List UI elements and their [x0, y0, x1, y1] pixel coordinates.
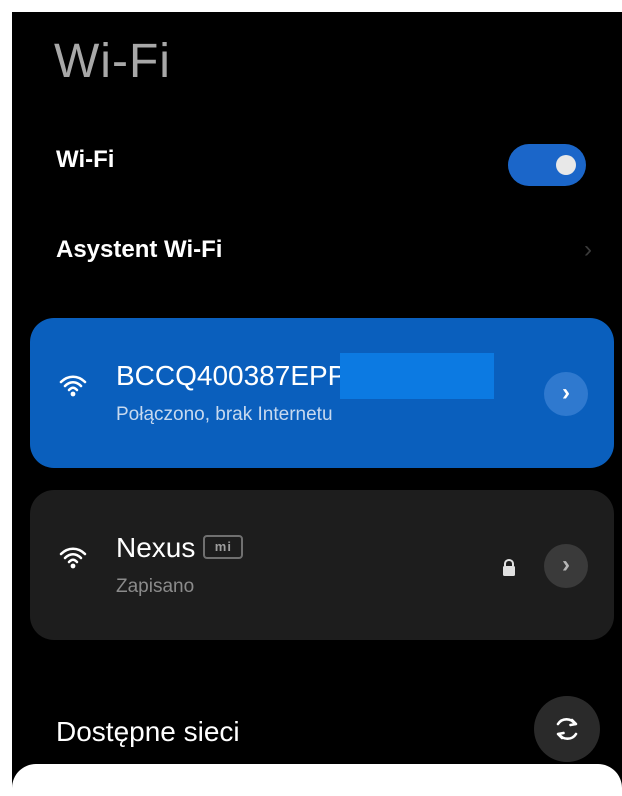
network-status: Zapisano — [116, 576, 195, 597]
refresh-button[interactable] — [534, 696, 600, 762]
network-name: BCCQ400387EPP — [116, 360, 347, 391]
bottom-sheet — [12, 764, 622, 796]
network-details-button[interactable]: › — [544, 372, 588, 416]
redaction-block — [340, 353, 494, 399]
wifi-assistant-row[interactable]: Asystent Wi-Fi › — [12, 220, 622, 280]
wifi-label: Wi-Fi — [56, 146, 115, 173]
wifi-icon — [59, 547, 87, 569]
wifi-toggle[interactable] — [508, 144, 586, 186]
network-name: Nexus mi — [116, 532, 244, 564]
chevron-right-icon: › — [562, 379, 570, 406]
network-details-button[interactable]: › — [544, 544, 588, 588]
network-status: Połączono, brak Internetu — [116, 404, 333, 425]
wifi-settings-screen: Wi-Fi Wi-Fi Asystent Wi-Fi › BCCQ400387E… — [12, 12, 622, 796]
page-title: Wi-Fi — [54, 35, 171, 88]
connected-network-card[interactable]: BCCQ400387EPP Połączono, brak Internetu … — [30, 318, 614, 468]
available-networks-title: Dostępne sieci — [56, 716, 240, 747]
wifi-assistant-label: Asystent Wi-Fi — [56, 236, 223, 263]
mi-badge: mi — [203, 535, 244, 559]
wifi-toggle-row[interactable]: Wi-Fi — [12, 130, 622, 190]
chevron-right-icon: › — [562, 551, 570, 578]
wifi-icon — [59, 375, 87, 397]
toggle-knob — [556, 155, 576, 175]
refresh-icon — [556, 717, 578, 741]
network-name-text: Nexus — [116, 532, 196, 563]
chevron-right-icon: › — [584, 236, 592, 263]
lock-icon — [503, 558, 515, 576]
saved-network-card[interactable]: Nexus mi Zapisano › — [30, 490, 614, 640]
